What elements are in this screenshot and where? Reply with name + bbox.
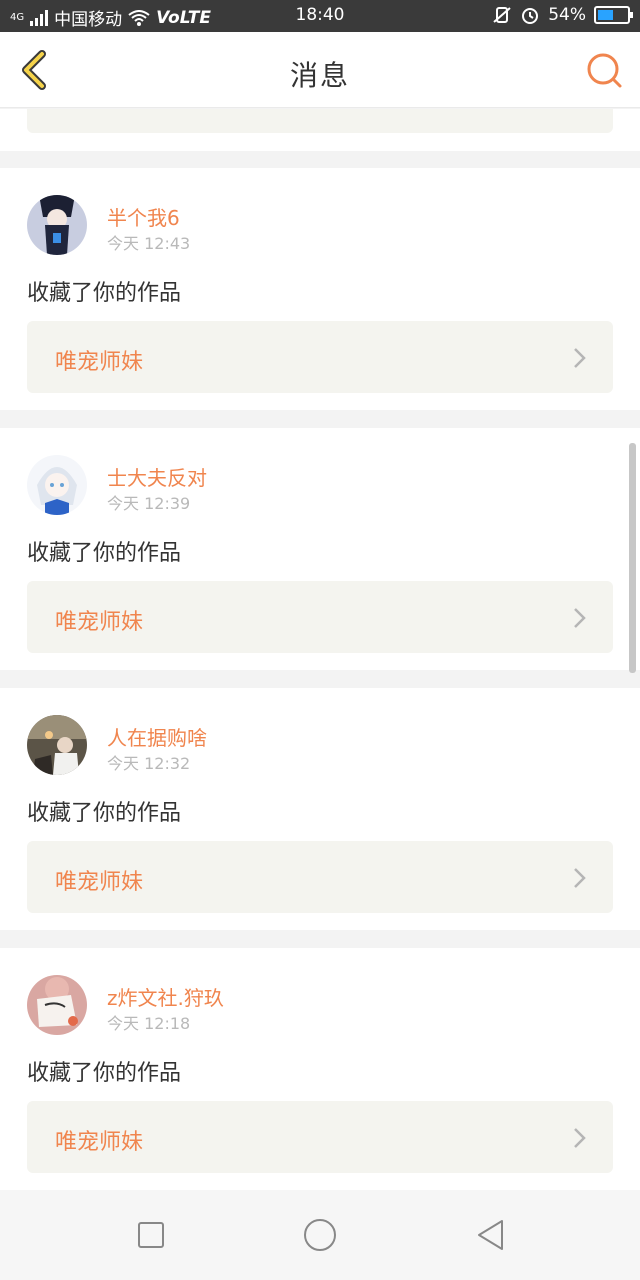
message-time: 今天 12:32 (107, 754, 191, 773)
work-title: 唯宠师妹 (55, 610, 144, 635)
message-card-partial (0, 109, 640, 151)
title-bar: 消息 (0, 32, 640, 108)
chevron-right-icon (574, 1128, 586, 1148)
avatar[interactable] (27, 975, 87, 1035)
alarm-icon (522, 8, 539, 24)
message-time: 今天 12:18 (107, 1014, 191, 1033)
page-title: 消息 (289, 59, 350, 92)
message-time: 今天 12:39 (107, 494, 191, 513)
avatar-image (27, 975, 87, 1035)
work-link[interactable]: 唯宠师妹 (27, 581, 613, 653)
work-link[interactable]: 唯宠师妹 (27, 841, 613, 913)
battery-icon (594, 6, 633, 24)
message-list[interactable]: 半个我6 今天 12:43 收藏了你的作品 唯宠师妹 士大夫反对 今天 12:3… (0, 109, 640, 1190)
user-name[interactable]: 人在据购啥 (107, 722, 207, 751)
chevron-right-icon (574, 608, 586, 628)
message-action: 收藏了你的作品 (27, 801, 182, 826)
scrollbar[interactable] (629, 443, 636, 673)
search-icon[interactable] (584, 50, 624, 90)
chevron-right-icon (574, 348, 586, 368)
user-name[interactable]: z炸文社.狩玖 (107, 982, 224, 1011)
circle-icon[interactable] (303, 1218, 337, 1252)
message-action: 收藏了你的作品 (27, 1061, 182, 1086)
message-card: 人在据购啥 今天 12:32 收藏了你的作品 唯宠师妹 (0, 688, 640, 930)
status-bar: 4G 中国移动 VoLTE 18:40 54% (0, 0, 640, 32)
message-action: 收藏了你的作品 (27, 281, 182, 306)
work-title: 唯宠师妹 (55, 1130, 144, 1155)
message-card: z炸文社.狩玖 今天 12:18 收藏了你的作品 唯宠师妹 (0, 948, 640, 1190)
square-icon[interactable] (134, 1218, 168, 1252)
work-link[interactable]: 唯宠师妹 (27, 1101, 613, 1173)
work-title: 唯宠师妹 (55, 350, 144, 375)
work-title: 唯宠师妹 (55, 870, 144, 895)
vibrate-mute-icon (493, 7, 511, 23)
user-name[interactable]: 半个我6 (107, 202, 180, 231)
battery-level (598, 10, 614, 20)
status-right: 54% (492, 5, 633, 25)
battery-percent: 54% (548, 5, 586, 25)
avatar-image (27, 195, 87, 255)
message-time: 今天 12:43 (107, 234, 191, 253)
user-name[interactable]: 士大夫反对 (107, 462, 207, 491)
system-nav-bar (0, 1190, 640, 1280)
avatar[interactable] (27, 455, 87, 515)
avatar[interactable] (27, 195, 87, 255)
work-link[interactable]: 唯宠师妹 (27, 321, 613, 393)
avatar-image (27, 455, 87, 515)
triangle-back-icon[interactable] (474, 1218, 508, 1252)
message-action: 收藏了你的作品 (27, 541, 182, 566)
message-card: 士大夫反对 今天 12:39 收藏了你的作品 唯宠师妹 (0, 428, 640, 670)
avatar-image (27, 715, 87, 775)
work-link-partial[interactable] (27, 109, 613, 133)
chevron-right-icon (574, 868, 586, 888)
avatar[interactable] (27, 715, 87, 775)
message-card: 半个我6 今天 12:43 收藏了你的作品 唯宠师妹 (0, 168, 640, 410)
